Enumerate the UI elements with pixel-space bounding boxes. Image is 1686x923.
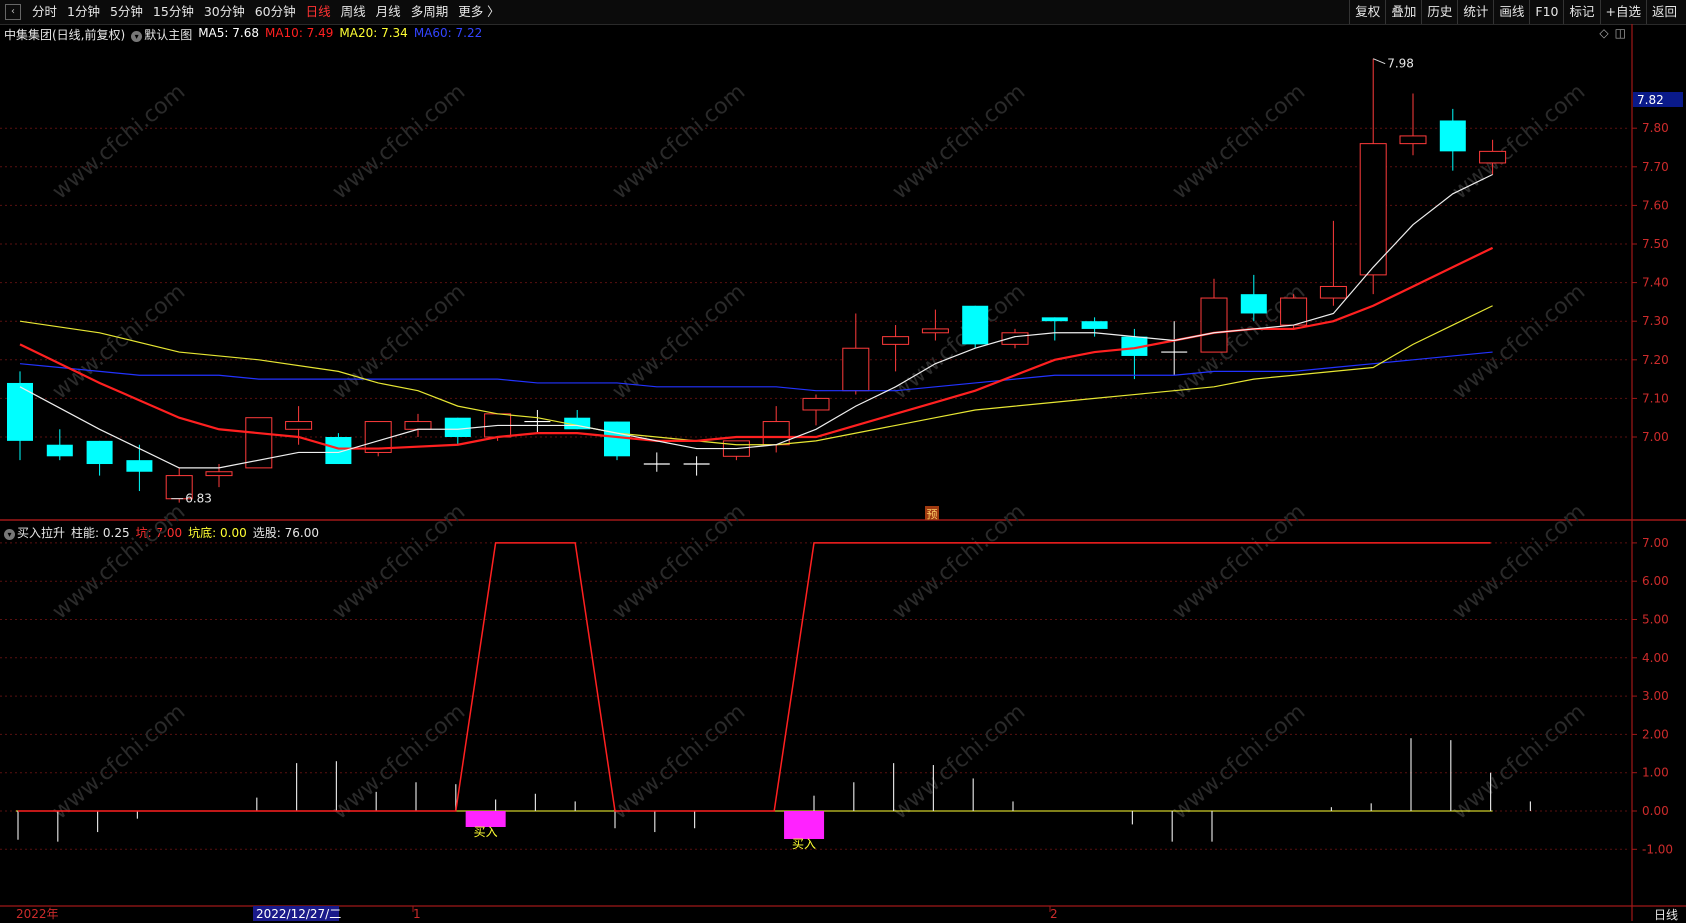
sub-tick-label: 7.00 — [1642, 536, 1669, 550]
candle-body-up — [1319, 285, 1347, 299]
candle-body-up — [205, 471, 233, 477]
sub-tick-label: 5.00 — [1642, 613, 1669, 627]
candle-body-down — [1240, 294, 1267, 314]
watermark: www.cfchi.com — [1448, 499, 1590, 624]
watermark: www.cfchi.com — [608, 79, 750, 204]
candle-body-up — [1359, 143, 1387, 276]
watermark: www.cfchi.com — [328, 279, 470, 404]
price-tick-label: 7.10 — [1642, 391, 1669, 405]
watermark: www.cfchi.com — [48, 499, 190, 624]
watermark: www.cfchi.com — [48, 279, 190, 404]
month-label-2: 2 — [1050, 907, 1058, 921]
price-tick-label: 7.70 — [1642, 160, 1669, 174]
candle-body-down — [1081, 321, 1108, 329]
candle-body-down — [126, 460, 153, 472]
period-indicator: 日线 — [1653, 908, 1678, 922]
month-label-1: 1 — [413, 907, 421, 921]
sub-tick-label: 0.00 — [1642, 804, 1669, 818]
watermark: www.cfchi.com — [1448, 699, 1590, 824]
sub-tick-label: 4.00 — [1642, 651, 1669, 665]
candle-body-up — [921, 328, 949, 334]
watermark: www.cfchi.com — [1168, 699, 1310, 824]
watermark: www.cfchi.com — [328, 79, 470, 204]
year-label: 2022年 — [16, 907, 59, 921]
buy-signal-box — [784, 811, 825, 839]
watermark: www.cfchi.com — [888, 499, 1030, 624]
watermark: www.cfchi.com — [888, 699, 1030, 824]
sub-tick-label: 1.00 — [1642, 766, 1669, 780]
candle-body-up — [882, 336, 910, 345]
candle-body-down — [444, 417, 471, 437]
buy-signal-label: 买入 — [792, 837, 816, 851]
watermark: www.cfchi.com — [328, 499, 470, 624]
price-tick-label: 7.80 — [1642, 121, 1669, 135]
candle-body-down — [962, 305, 989, 345]
watermark: www.cfchi.com — [1448, 279, 1590, 404]
candle-body-up — [1200, 297, 1228, 353]
candle-body-down — [1041, 317, 1068, 322]
price-tick-label: 7.00 — [1642, 430, 1669, 444]
candle-body-down — [325, 437, 352, 465]
candle-body-down — [46, 444, 73, 457]
candle-body-up — [1399, 135, 1427, 145]
candle-body-up — [404, 421, 432, 430]
kline-chart[interactable]: 7.80 7.70 7.60 7.50 7.40 7.30 7.20 7.10 7.00 7.00… — [0, 0, 1686, 921]
candle-body-up — [802, 397, 830, 411]
last-price-tag: 7.82 — [1637, 93, 1664, 107]
price-tick-label: 7.50 — [1642, 237, 1669, 251]
watermark: www.cfchi.com — [328, 699, 470, 824]
high-label: 7.98 — [1387, 57, 1414, 71]
candle-body-up — [842, 347, 870, 392]
candle-body-up — [1479, 150, 1507, 164]
watermark: www.cfchi.com — [608, 699, 750, 824]
candle-body-down — [1439, 120, 1466, 152]
ma10-line — [19, 246, 1494, 450]
sub-tick-label: -1.00 — [1642, 842, 1673, 856]
watermark: www.cfchi.com — [608, 499, 750, 624]
candle-body-up — [1001, 332, 1029, 345]
sub-tick-label: 6.00 — [1642, 574, 1669, 588]
candle-body-up — [1280, 297, 1308, 326]
price-tick-label: 7.40 — [1642, 276, 1669, 290]
high-pointer — [1373, 58, 1386, 65]
sub-tick-label: 2.00 — [1642, 727, 1669, 741]
price-tick-label: 7.30 — [1642, 314, 1669, 328]
price-tick-label: 7.60 — [1642, 198, 1669, 212]
pre-marker: 预 — [927, 508, 938, 521]
kang-line — [18, 542, 1491, 812]
watermark: www.cfchi.com — [1168, 79, 1310, 204]
sub-tick-label: 3.00 — [1642, 689, 1669, 703]
watermark: www.cfchi.com — [1168, 499, 1310, 624]
candle-body-down — [86, 440, 113, 465]
low-label: 6.83 — [185, 492, 212, 506]
price-tick-label: 7.20 — [1642, 353, 1669, 367]
cursor-date-label: 2022/12/27/二 — [256, 907, 341, 921]
candle-body-up — [285, 421, 313, 430]
watermark: www.cfchi.com — [608, 279, 750, 404]
buy-signal-label: 买入 — [474, 825, 498, 839]
watermark: www.cfchi.com — [48, 79, 190, 204]
watermark: www.cfchi.com — [888, 79, 1030, 204]
watermark: www.cfchi.com — [48, 699, 190, 824]
